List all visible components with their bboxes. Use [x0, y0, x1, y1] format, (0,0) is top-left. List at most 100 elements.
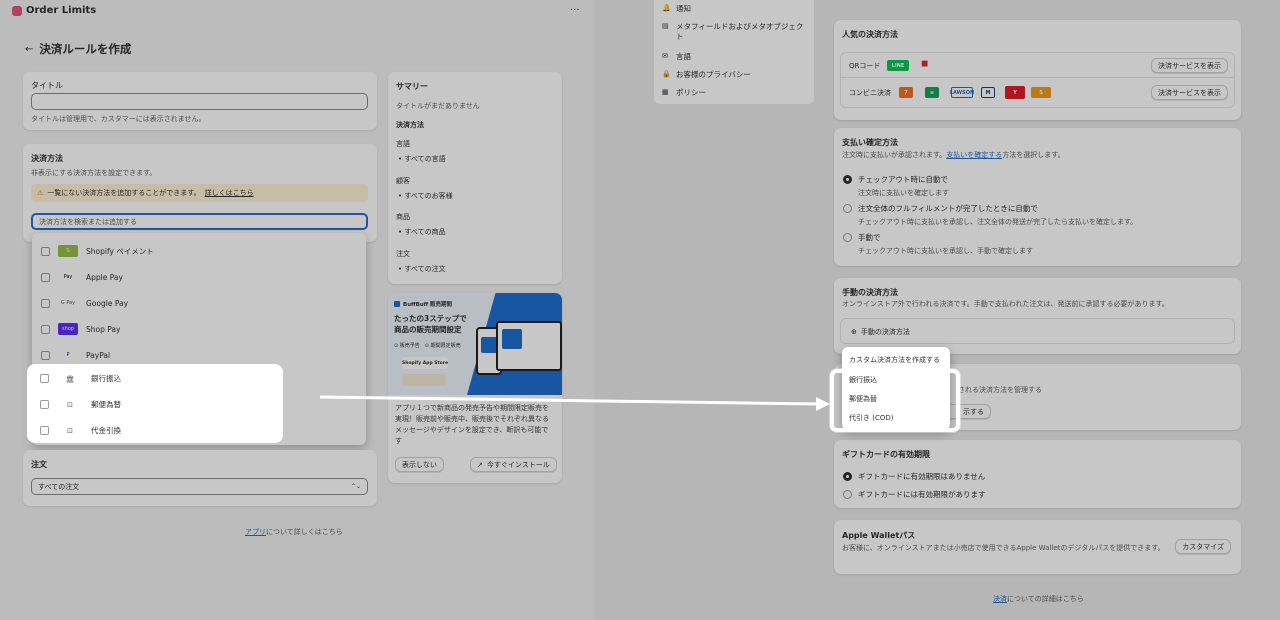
summary-order-label: 注文: [396, 250, 410, 258]
highlighted-option-label: 銀行振込: [91, 374, 121, 383]
summary-customer-label: 顧客: [396, 177, 410, 185]
plus-circle-icon: ⊕: [851, 328, 857, 336]
konbini-row: コンビニ決済 7 ≡ LAWSON M Y S 決済サービスを表示: [840, 78, 1235, 108]
view-konbini-services-button[interactable]: 決済サービスを表示: [1151, 85, 1228, 100]
capture-link[interactable]: 支払いを確定する: [946, 151, 1002, 159]
capture-title: 支払い確定方法: [842, 138, 898, 147]
giftcard-option-expiry[interactable]: ギフトカードには有効期限があります: [843, 489, 986, 500]
capture-option[interactable]: 注文全体のフルフィルメントが完了したときに自動で チェックアウト時に支払いを承認し…: [843, 203, 1137, 227]
apple-pay-icon: Pay: [58, 271, 78, 283]
checkbox[interactable]: [41, 246, 50, 256]
summary-language-value: • すべての言語: [398, 155, 446, 163]
payment-method-card: 決済方法 非表示にする決済方法を設定できます。 ⚠ 一覧にない決済方法を追加する…: [23, 144, 377, 242]
payments-footer-link[interactable]: 決済: [993, 594, 1007, 604]
radio-button[interactable]: [843, 175, 852, 184]
summary-order-value: • すべての注文: [398, 265, 446, 273]
order-select[interactable]: すべての注文 ⌃⌄: [31, 478, 368, 495]
radio-unselected-icon[interactable]: [843, 490, 852, 499]
checkbox[interactable]: [41, 324, 50, 334]
external-link-icon: ↗: [477, 460, 483, 469]
promo-brand: BuffBuff 販売期間: [394, 300, 452, 308]
annotation-arrow-icon: [319, 395, 830, 411]
settings-nav-item[interactable]: 🔔 通知: [654, 0, 814, 18]
payments-footer-text: についての詳細はこちら: [1007, 595, 1084, 603]
capture-option-desc: 注文時に支払いを確定します: [858, 189, 949, 197]
giftcard-card: ギフトカードの有効期限 ギフトカードに有効期限はありません ギフトカードには有効…: [834, 440, 1241, 508]
shopify-settings-pane: 🔔 通知 ▤ メタフィールドおよびメタオブジェクト ✉ 言語 🔒 お客様のプライバシー ▦ ポリシ…: [594, 0, 1280, 620]
settings-nav-panel: 🔔 通知 ▤ メタフィールドおよびメタオブジェクト ✉ 言語 🔒 お客様のプライバシー ▦ ポリシ…: [654, 0, 814, 104]
promo-headline-2: 商品の販売期間設定: [394, 325, 462, 334]
add-manual-payment-button[interactable]: ⊕ 手動の決済方法: [851, 327, 910, 337]
capture-desc: 注文時に支払いが承認されます。支払いを確定する方法を選択します。: [842, 151, 1065, 159]
checkbox[interactable]: [40, 426, 49, 435]
payment-search-input[interactable]: 決済方法を検索または追加する: [31, 213, 368, 230]
daily-yamazaki-icon: Y: [1005, 86, 1025, 99]
payment-option-label: PayPal: [86, 350, 111, 360]
seicomart-icon: S: [1031, 87, 1051, 98]
checkbox[interactable]: [40, 400, 49, 409]
radio-button[interactable]: [843, 204, 852, 213]
promo-hide-button[interactable]: 表示しない: [395, 457, 444, 472]
summary-card: サマリー タイトルがまだありません 決済方法 言語 • すべての言語 顧客 • …: [388, 72, 562, 284]
banner-learn-more-link[interactable]: 詳しくはこちら: [205, 188, 254, 198]
highlighted-payment-option[interactable]: 🏛 銀行振込: [40, 373, 121, 384]
shop-pay-icon: shop: [58, 323, 78, 335]
checkbox[interactable]: [41, 272, 50, 282]
summary-product-value: • すべての商品: [398, 228, 446, 236]
summary-customer-value: • すべてのお客様: [398, 192, 453, 200]
merpay-icon: ◼: [921, 59, 929, 69]
wallet-desc: お客様に、オンラインストアまたは小売店で使用できるApple Walletのデジ…: [842, 544, 1165, 552]
settings-nav-item[interactable]: ▤ メタフィールドおよびメタオブジェクト: [654, 18, 814, 48]
radio-selected-icon[interactable]: [843, 472, 852, 481]
page-title: 決済ルールを作成: [39, 42, 132, 56]
app-footer-text: について詳しくはこちら: [266, 528, 343, 536]
seven-eleven-icon: 7: [899, 87, 913, 98]
lock-icon: 🔒: [662, 70, 671, 78]
settings-nav-item[interactable]: ▦ ポリシー: [654, 84, 814, 102]
payment-option-row[interactable]: G Pay Google Pay: [32, 290, 362, 316]
radio-button[interactable]: [843, 233, 852, 242]
page-header: ← 決済ルールを作成: [25, 41, 131, 57]
giftcard-option-no-expiry[interactable]: ギフトカードに有効期限はありません: [843, 471, 985, 482]
payment-option-row[interactable]: Pay Apple Pay: [32, 264, 362, 290]
banner-text: 一覧にない決済方法を追加することができます。: [47, 189, 201, 197]
select-chevron-icon: ⌃⌄: [350, 483, 361, 490]
summary-title: サマリー: [396, 82, 428, 91]
customize-button[interactable]: カスタマイズ: [1175, 539, 1231, 554]
app-name: Order Limits: [26, 5, 97, 16]
view-qr-services-button[interactable]: 決済サービスを表示: [1151, 58, 1228, 73]
highlighted-payment-option[interactable]: ⊡ 代金引換: [40, 425, 121, 436]
manual-add-row: ⊕ 手動の決済方法: [840, 318, 1235, 344]
promo-install-button[interactable]: ↗ 今すぐインストール: [470, 457, 557, 472]
lawson-icon: LAWSON: [950, 87, 974, 98]
popular-title: 人気の決済方法: [842, 30, 898, 39]
app-logo-icon: [12, 5, 22, 16]
settings-nav-item[interactable]: ✉ 言語: [654, 48, 814, 66]
capture-option[interactable]: チェックアウト時に自動で 注文時に支払いを確定します: [843, 174, 949, 198]
capture-option-label: チェックアウト時に自動で: [858, 175, 948, 184]
title-input[interactable]: [31, 93, 368, 110]
back-arrow-icon[interactable]: ←: [25, 44, 33, 55]
app-header: Order Limits: [12, 5, 96, 16]
settings-footer: 決済 についての詳細はこちら: [993, 594, 1084, 604]
summary-payment-label: 決済方法: [396, 121, 424, 129]
app-store-badge[interactable]: Shopify App Store: [402, 357, 448, 369]
highlight-box-left: 🏛 銀行振込 ⊡ 郵便為替 ⊡ 代金引換: [27, 364, 283, 443]
checkbox[interactable]: [41, 350, 50, 360]
line-pay-icon: LINE: [887, 60, 909, 71]
bank-icon: 🏛: [65, 374, 75, 383]
payment-option-row[interactable]: S Shopify ペイメント: [32, 238, 362, 264]
manual-menu-item[interactable]: カスタム決済方法を作成する: [842, 351, 950, 370]
manual-title: 手動の決済方法: [842, 288, 898, 297]
app-footer-link[interactable]: アプリ: [245, 527, 266, 537]
highlighted-payment-option[interactable]: ⊡ 郵便為替: [40, 399, 121, 410]
capture-option[interactable]: 手動で チェックアウト時に支払いを承認し、手動で確定します: [843, 232, 1033, 256]
checkbox[interactable]: [40, 374, 49, 383]
postal-icon: ⊡: [67, 400, 73, 409]
app-menu-button[interactable]: ···: [570, 5, 580, 16]
payment-option-row[interactable]: shop Shop Pay: [32, 316, 362, 342]
settings-nav-item[interactable]: 🔒 お客様のプライバシー: [654, 66, 814, 84]
checkbox[interactable]: [41, 298, 50, 308]
capture-option-desc: チェックアウト時に支払いを承認し、注文全体の発送が完了したら支払いを確定します。: [858, 218, 1138, 226]
highlighted-option-label: 代金引換: [91, 426, 121, 435]
